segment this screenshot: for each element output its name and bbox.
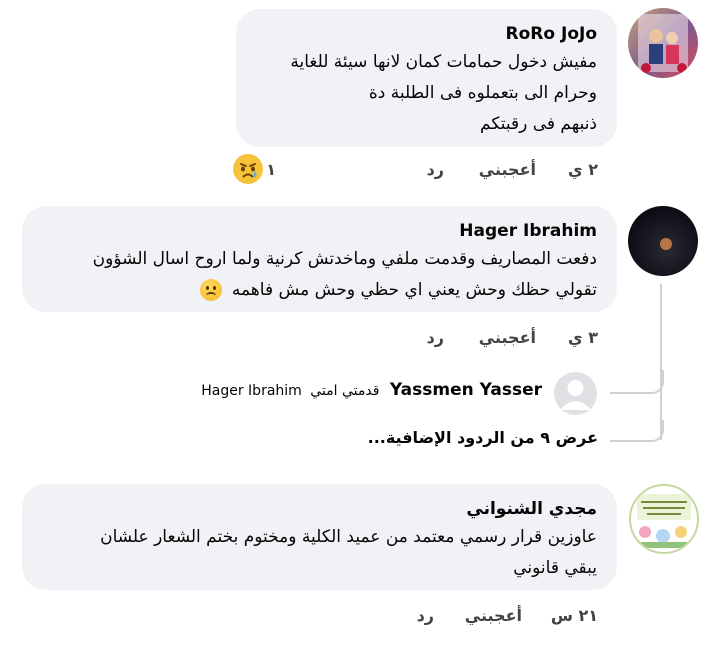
comment-bubble: RoRo JoJo مفيش دخول حمامات كمان لانها سي… [236,9,617,147]
comment-text: عاوزين قرار رسمي معتمد من عميد الكلية وم… [42,522,597,584]
comment-author[interactable]: RoRo JoJo [256,23,597,45]
reaction-count[interactable]: ١ [266,160,276,179]
avatar-hager-ibrahim[interactable] [628,206,698,276]
comment-line: مفيش دخول حمامات كمان لانها سيئة للغاية [290,52,597,72]
like-button[interactable]: أعجبني [479,160,536,179]
comment-author[interactable]: Hager Ibrahim [42,220,597,242]
decorated-image-icon [637,494,691,548]
comment-line: دفعت المصاريف وقدمت ملفي وماخدتش كرنية و… [92,249,597,269]
couple-photo-icon [638,14,688,73]
avatar-yassmen-yasser[interactable] [554,372,597,415]
comment-line: عاوزين قرار رسمي معتمد من عميد الكلية وم… [100,527,597,547]
moon-photo-icon [660,238,672,250]
comment-actions: ٢١ س أعجبني رد [0,604,720,630]
reply-mention[interactable]: Hager Ibrahim [201,383,302,399]
comment-time[interactable]: ٢١ س [551,606,598,625]
reply-button[interactable]: رد [417,606,434,625]
thread-line [660,284,662,440]
like-button[interactable]: أعجبني [465,606,522,625]
avatar-roro-jojo[interactable] [628,8,698,78]
reply-text: قدمتي امتي [310,383,380,399]
comment-actions: ٣ ي أعجبني رد [0,326,720,352]
reply-button[interactable]: رد [427,160,444,179]
thread-branch [610,420,664,442]
reply-author[interactable]: Yassmen Yasser [390,380,542,400]
reply-preview[interactable]: Yassmen Yasser قدمتي امتي Hager Ibrahim [201,380,542,400]
like-button[interactable]: أعجبني [479,328,536,347]
comment-line: ذنبهم فى رقبتكم [480,114,597,134]
comment-actions: ٢ ي أعجبني رد ١ [0,154,720,188]
reply-button[interactable]: رد [427,328,444,347]
comment-line-with-emoji: تقولي حظك وحش يعني اي حظي وحش مش فاهمه [42,275,597,306]
frowning-face-icon [200,279,223,301]
comment-time[interactable]: ٣ ي [568,328,598,347]
comment-line: وحرام الى بتعملوه فى الطلبة دة [368,83,597,103]
comment-text: مفيش دخول حمامات كمان لانها سيئة للغاية … [256,47,597,140]
comment-line: تقولي حظك وحش يعني اي حظي وحش مش فاهمه [231,280,597,300]
comment-bubble: Hager Ibrahim دفعت المصاريف وقدمت ملفي و… [22,206,617,312]
comment-time[interactable]: ٢ ي [568,160,598,179]
sad-reaction-icon[interactable] [232,153,264,189]
thread-branch [610,370,664,394]
comment-author[interactable]: مجدي الشنواني [42,498,597,520]
view-more-replies-link[interactable]: عرض ٩ من الردود الإضافية... [368,428,598,447]
comment-bubble: مجدي الشنواني عاوزين قرار رسمي معتمد من … [22,484,617,590]
avatar-magdy-elshenawany[interactable] [629,484,699,554]
comment-text: دفعت المصاريف وقدمت ملفي وماخدتش كرنية و… [42,244,597,306]
comment-line: يبقي قانوني [513,558,597,578]
default-profile-icon [560,380,591,410]
